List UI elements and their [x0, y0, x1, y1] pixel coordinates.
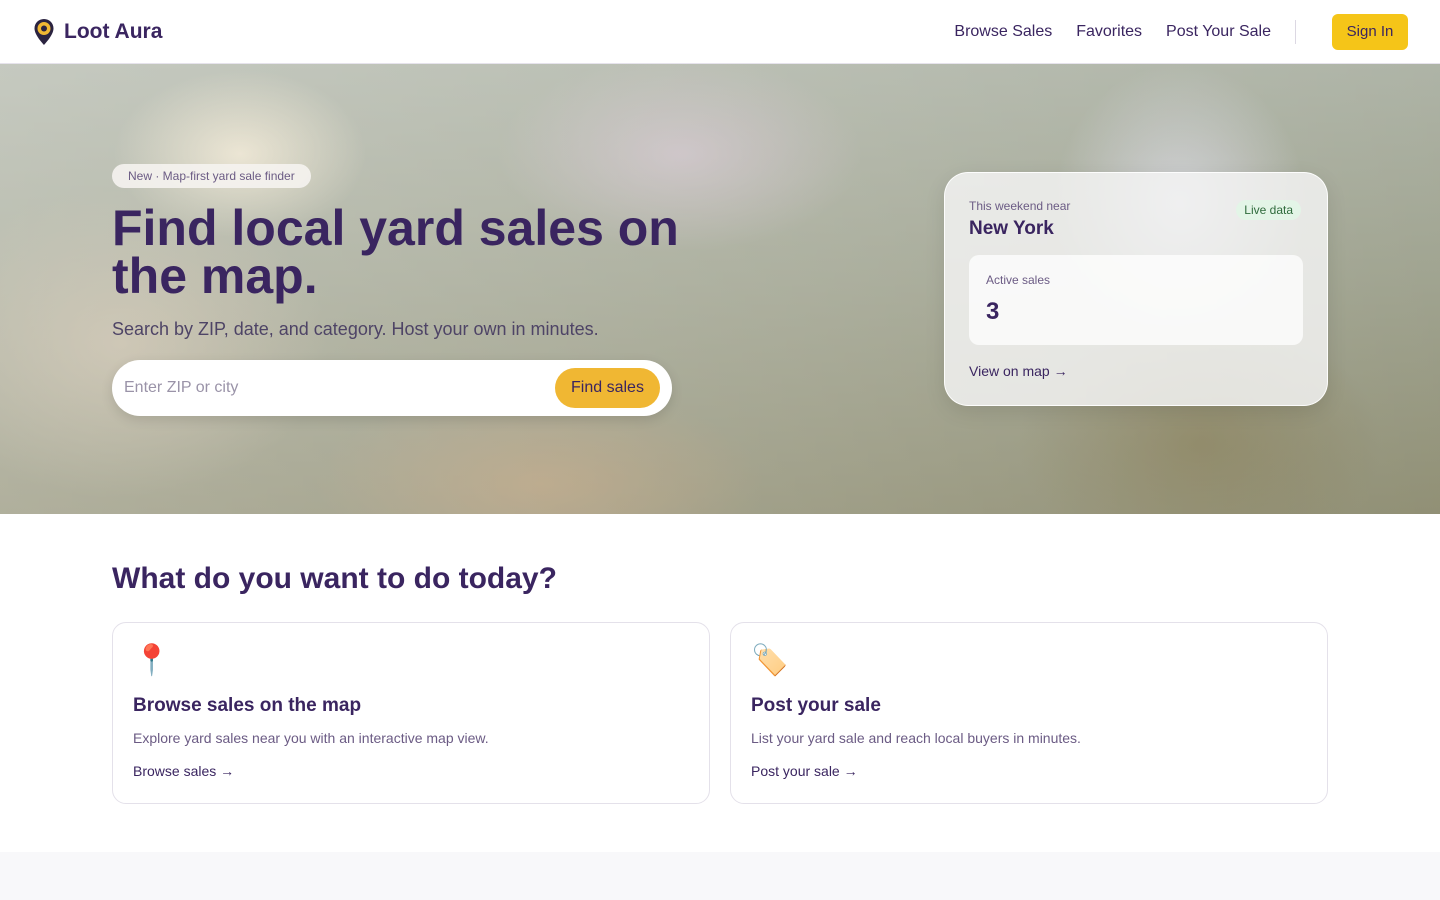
active-sales-count: 3 [986, 298, 1000, 325]
browse-sales-card[interactable]: 📍 Browse sales on the map Explore yard s… [112, 622, 710, 804]
map-pin-logo-icon [34, 18, 54, 45]
browse-sales-link[interactable]: Browse sales → [133, 763, 234, 779]
map-pin-icon: 📍 [133, 644, 171, 677]
nav-post-your-sale[interactable]: Post Your Sale [1166, 23, 1271, 41]
stats-near-label: This weekend near [969, 199, 1071, 213]
hero-search-bar: Find sales [112, 360, 672, 416]
sign-in-button[interactable]: Sign In [1332, 13, 1408, 50]
post-sale-card[interactable]: 🏷️ Post your sale List your yard sale an… [730, 622, 1328, 804]
site-header: Loot Aura Browse Sales Favorites Post Yo… [0, 0, 1440, 64]
nav-favorites[interactable]: Favorites [1076, 23, 1142, 41]
card-title: Post your sale [751, 695, 881, 716]
weekend-stats-card: This weekend near New York Live data Act… [944, 172, 1328, 406]
main-nav: Browse Sales Favorites Post Your Sale Si… [954, 0, 1408, 63]
view-on-map-link[interactable]: View on map → [969, 363, 1068, 379]
post-your-sale-link[interactable]: Post your sale → [751, 763, 858, 779]
stats-city: New York [969, 218, 1054, 239]
brand-name: Loot Aura [64, 19, 163, 43]
price-tag-icon: 🏷️ [751, 644, 789, 677]
hero-subtitle: Search by ZIP, date, and category. Host … [112, 319, 599, 339]
logo-link[interactable]: Loot Aura [32, 18, 162, 46]
hero-title: Find local yard sales on the map. [112, 200, 679, 304]
find-sales-button[interactable]: Find sales [555, 368, 660, 408]
nav-divider [1295, 19, 1296, 44]
hero-badge: New · Map-first yard sale finder [112, 164, 311, 188]
section-title: What do you want to do today? [112, 562, 557, 595]
live-data-badge: Live data [1236, 200, 1301, 220]
nav-browse-sales[interactable]: Browse Sales [954, 23, 1052, 41]
card-description: Explore yard sales near you with an inte… [133, 730, 489, 746]
hero-section: New · Map-first yard sale finder Find lo… [0, 64, 1440, 514]
page-bottom-band [0, 852, 1440, 900]
card-description: List your yard sale and reach local buye… [751, 730, 1081, 746]
active-sales-panel: Active sales 3 [969, 255, 1303, 345]
active-sales-label: Active sales [986, 273, 1051, 287]
card-title: Browse sales on the map [133, 695, 362, 716]
zip-city-search-input[interactable] [124, 379, 555, 397]
